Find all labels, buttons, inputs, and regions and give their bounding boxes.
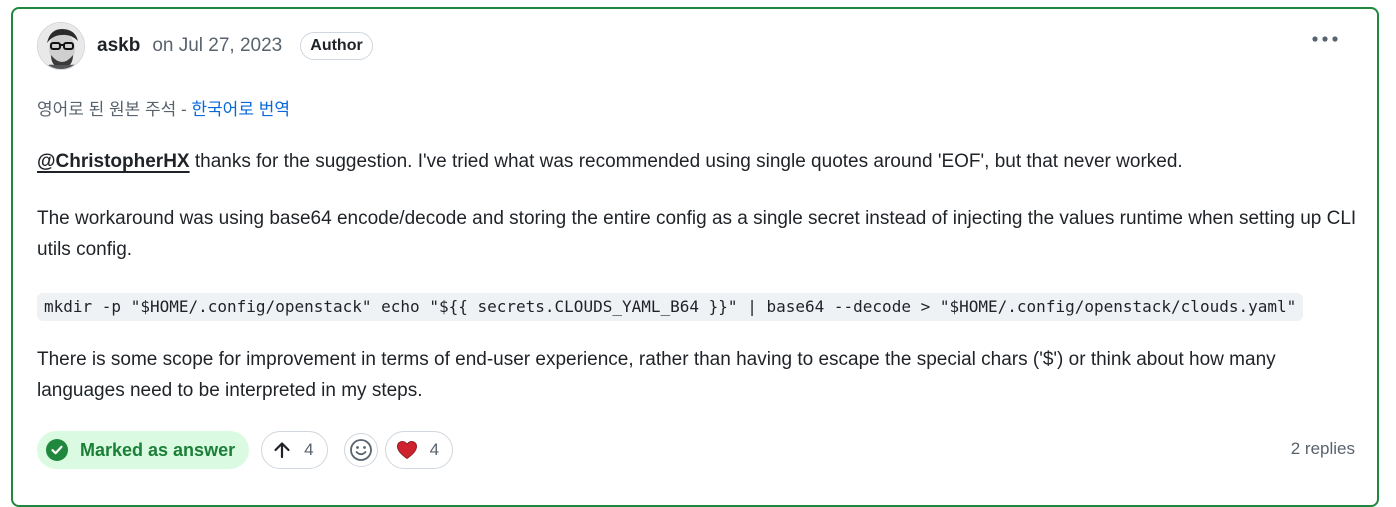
user-mention[interactable]: @ChristopherHX [37, 151, 190, 172]
smiley-icon [349, 439, 372, 461]
comment-paragraph-1: @ChristopherHX thanks for the suggestion… [37, 146, 1367, 177]
replies-link[interactable]: 2 replies [1291, 439, 1355, 459]
kebab-horizontal-icon [1312, 36, 1338, 42]
discussion-comment: askb on Jul 27, 2023 Author 영어로 된 원본 주석 … [11, 7, 1379, 507]
comment-paragraph-2: The workaround was using base64 encode/d… [37, 208, 1357, 260]
add-reaction-button[interactable] [343, 433, 378, 467]
heart-reaction-button[interactable]: 4 [384, 431, 454, 469]
check-circle-icon [46, 439, 68, 461]
answer-label: Marked as answer [80, 439, 236, 460]
author-badge: Author [300, 32, 373, 60]
author-name[interactable]: askb [97, 35, 140, 57]
heart-icon [396, 440, 417, 460]
marked-as-answer-badge: Marked as answer [37, 431, 250, 469]
upvote-button[interactable]: 4 [261, 431, 328, 469]
translation-notice: 영어로 된 원본 주석 - 한국어로 번역 [37, 95, 290, 120]
code-snippet: mkdir -p "$HOME/.config/openstack" echo … [37, 293, 1304, 321]
paragraph-1-text: thanks for the suggestion. I've tried wh… [189, 151, 1183, 172]
post-date[interactable]: on Jul 27, 2023 [152, 35, 282, 57]
more-options-button[interactable] [1309, 27, 1341, 51]
translation-prefix: 영어로 된 원본 주석 - [37, 100, 192, 119]
avatar[interactable] [37, 22, 85, 70]
comment-footer: Marked as answer 4 4 [37, 431, 454, 469]
upvote-count: 4 [304, 440, 314, 459]
comment-header: askb on Jul 27, 2023 Author [37, 21, 373, 71]
translate-link[interactable]: 한국어로 번역 [191, 100, 290, 119]
heart-count: 4 [429, 440, 440, 459]
arrow-up-icon [274, 442, 290, 459]
comment-paragraph-3: There is some scope for improvement in t… [37, 349, 1276, 401]
avatar-image [38, 23, 84, 69]
